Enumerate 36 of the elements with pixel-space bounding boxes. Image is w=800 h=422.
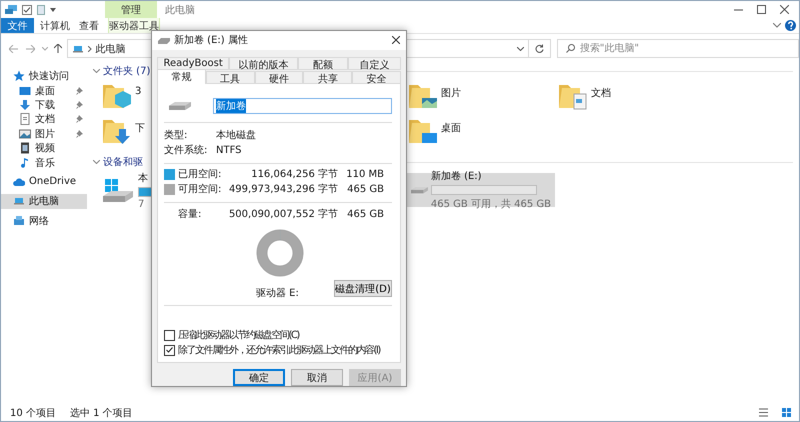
nav-label: 此电脑 — [29, 194, 60, 208]
capacity-label: 容量: — [178, 208, 202, 222]
space-size: 110 MB — [345, 168, 385, 180]
info-value: 本地磁盘 — [216, 128, 257, 142]
status-item-count: 10 个项目 — [10, 406, 56, 420]
drive-detail: 7 — [138, 198, 144, 210]
window-title: 此电脑 — [165, 4, 195, 16]
folder-label: 文档 — [591, 86, 611, 100]
folder-label: 下 — [135, 122, 145, 135]
status-selection: 选中 1 个项目 — [70, 406, 133, 420]
space-bytes: 116,064,256 字节 — [250, 168, 338, 182]
context-tab-header: 管理 — [105, 1, 157, 18]
drive-letter-label: 驱动器 E: — [256, 286, 300, 300]
nav-label: 文档 — [35, 112, 56, 126]
drive-label: 本 — [138, 172, 148, 184]
space-label: 可用空间: — [178, 182, 222, 196]
nav-label: 视频 — [35, 142, 56, 156]
folder-label: 图片 — [441, 86, 461, 100]
folder-label: 3 — [135, 86, 142, 97]
nav-label: 网络 — [29, 214, 50, 228]
space-size: 465 GB — [346, 184, 385, 195]
nav-label: 音乐 — [35, 156, 56, 170]
space-label: 已用空间: — [178, 168, 222, 182]
space-bytes: 499,973,943,296 字节 — [228, 182, 338, 196]
nav-label: 桌面 — [35, 84, 56, 98]
capacity-size: 465 GB — [346, 208, 385, 220]
folder-label: 桌面 — [441, 122, 461, 135]
capacity-bytes: 500,090,007,552 字节 — [228, 208, 338, 222]
nav-label: OneDrive — [29, 176, 78, 188]
info-label: 文件系统: — [164, 144, 208, 158]
info-value: NTFS — [216, 144, 243, 156]
nav-label: 下载 — [35, 98, 56, 112]
info-label: 类型: — [164, 128, 188, 142]
nav-label: 图片 — [35, 128, 56, 141]
dialog-title: 新加卷 (E:) 属性 — [174, 34, 249, 48]
nav-label: 快速访问 — [29, 70, 70, 84]
